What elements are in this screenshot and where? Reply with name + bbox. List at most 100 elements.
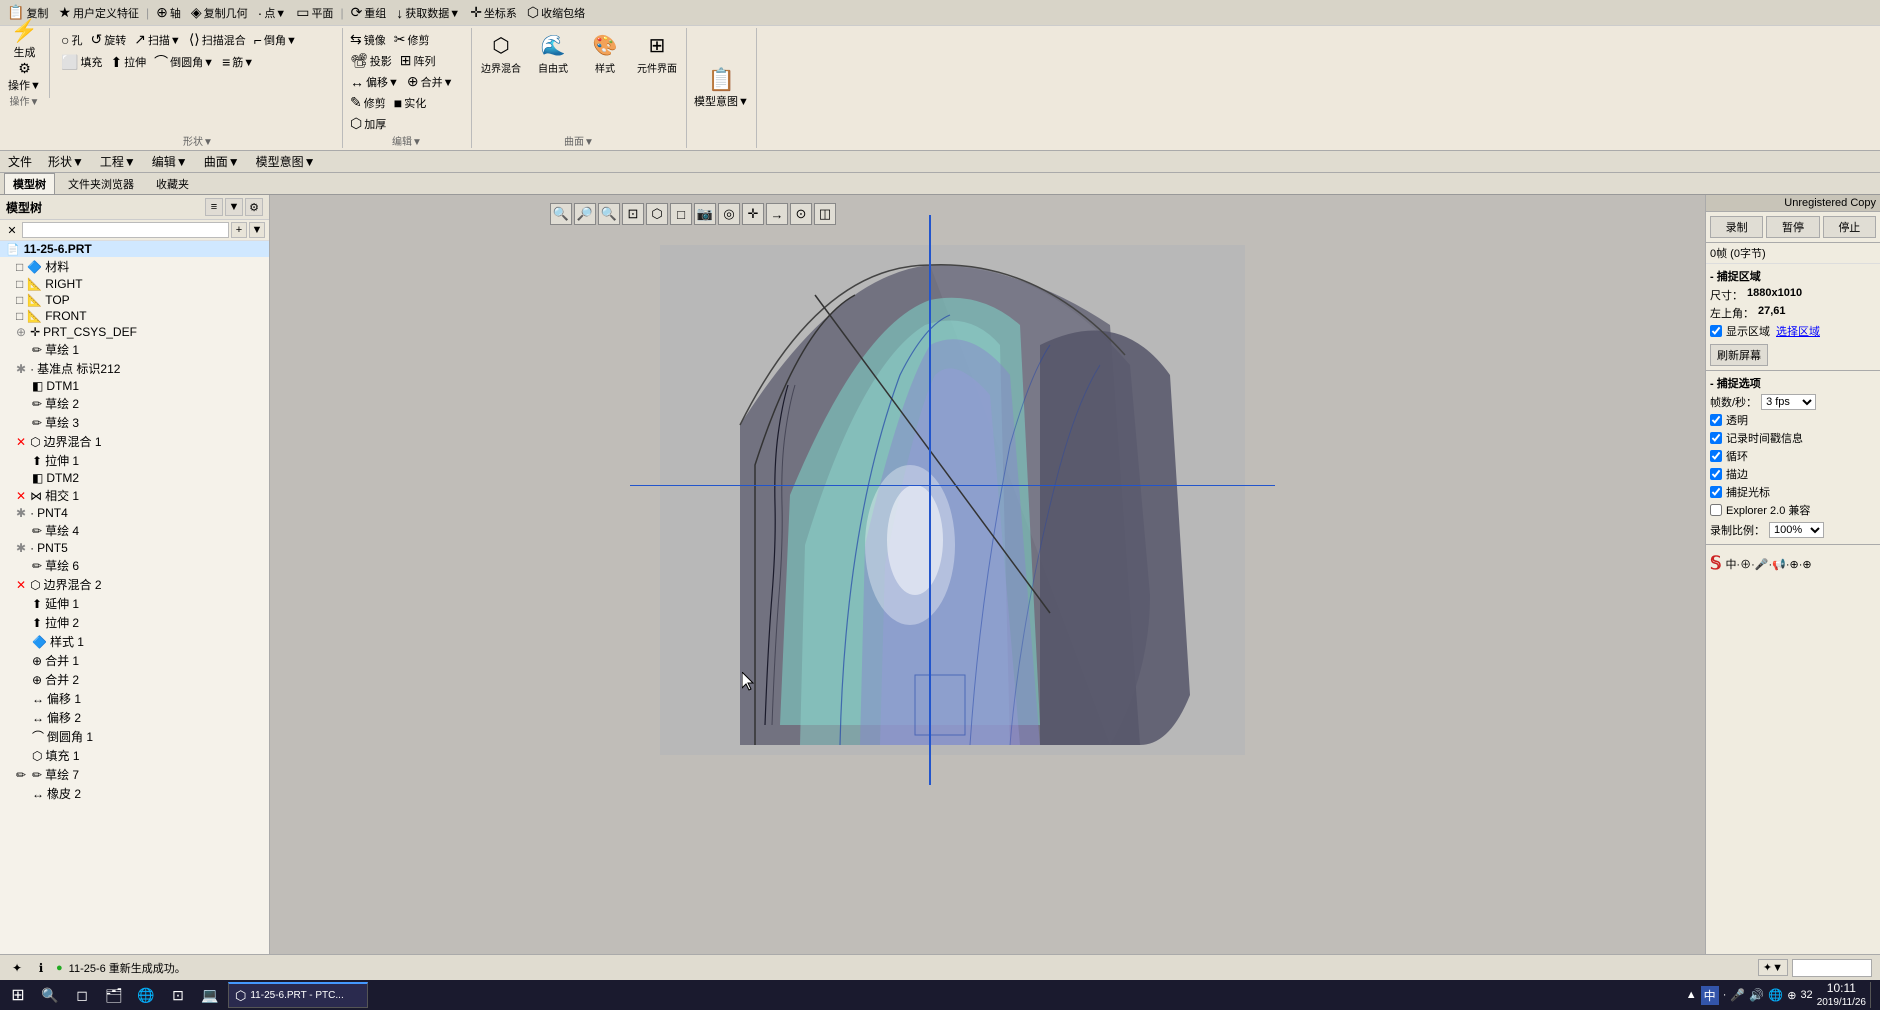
task-btn-folder[interactable]: 🗂 (100, 982, 128, 1008)
pause-btn[interactable]: 暂停 (1766, 216, 1819, 238)
project-btn[interactable]: 📽投影 (347, 51, 395, 70)
menu-item-shape[interactable]: 形状▼ (48, 153, 84, 170)
tree-item[interactable]: ↔ 偏移 1 (0, 689, 269, 708)
tree-item[interactable]: ✏ 草绘 3 (0, 413, 269, 432)
tree-sort-btn[interactable]: ≡ (205, 198, 223, 216)
tree-item[interactable]: ✏ 草绘 1 (0, 340, 269, 359)
tree-item[interactable]: 🔷 样式 1 (0, 632, 269, 651)
tab-favorites[interactable]: 收藏夹 (147, 173, 198, 194)
show-desktop-btn[interactable] (1870, 982, 1876, 1008)
style-btn[interactable]: 🎨 样式 (580, 32, 630, 82)
round-btn[interactable]: ⌒倒圆角▼ (151, 51, 217, 73)
task-btn-app2[interactable]: 💻 (196, 982, 224, 1008)
boundary-blend-btn[interactable]: ⬡ 边界混合 (476, 32, 526, 82)
arrow-btn[interactable]: → (766, 203, 788, 225)
menu-item-file[interactable]: 文件 (8, 153, 32, 170)
copy-geom-btn[interactable]: ◈复制几何 (188, 3, 251, 22)
tree-item[interactable]: ✏ ✏ 草绘 7 (0, 765, 269, 784)
zoom-in-btn[interactable]: 🔎 (574, 203, 596, 225)
swept-blend-btn[interactable]: ⟨⟩扫描混合 (186, 30, 249, 49)
tab-model-tree[interactable]: 模型树 (4, 173, 55, 194)
modify-btn[interactable]: ✎修剪 (347, 93, 389, 112)
record-btn[interactable]: 录制 (1710, 216, 1763, 238)
menu-item-edit[interactable]: 编辑▼ (152, 153, 188, 170)
shrink-btn[interactable]: ⬡收缩包络 (524, 3, 588, 22)
tree-item[interactable]: ⬆ 拉伸 2 (0, 613, 269, 632)
view-controls-btn[interactable]: ✦▼ (1758, 959, 1788, 976)
axis-view-btn[interactable]: ✛ (742, 203, 764, 225)
freestyle-btn[interactable]: 🌊 自由式 (528, 32, 578, 82)
point-btn[interactable]: ·点▼ (255, 4, 290, 22)
extrude-btn[interactable]: ⬆拉伸 (107, 53, 149, 72)
show-area-checkbox[interactable] (1710, 325, 1722, 337)
menu-item-model[interactable]: 模型意图▼ (256, 153, 316, 170)
tray-mic[interactable]: 🎤 (1730, 988, 1745, 1002)
tree-item[interactable]: ✏ 草绘 2 (0, 394, 269, 413)
tree-item[interactable]: ↔ 偏移 2 (0, 708, 269, 727)
udf-btn[interactable]: ★复制用户定义特征 (55, 3, 142, 22)
sweep-btn[interactable]: ↗扫描▼ (131, 30, 184, 49)
tree-item[interactable]: ◧ DTM2 (0, 470, 269, 486)
tree-item[interactable]: □ 📐 TOP (0, 292, 269, 308)
ops-btn[interactable]: ⚙ 操作▼ (8, 60, 41, 93)
tray-icon1[interactable]: · (1723, 989, 1727, 1001)
loop-checkbox[interactable] (1710, 450, 1722, 462)
edge-checkbox[interactable] (1710, 468, 1722, 480)
geometry-input[interactable]: 几何 (1792, 959, 1872, 977)
wireframe-btn[interactable]: □ (670, 203, 692, 225)
refit-btn[interactable]: ⊡ (622, 203, 644, 225)
tree-item[interactable]: ✕ ⋈ 相交 1 (0, 486, 269, 505)
compare-btn[interactable]: ◫ (814, 203, 836, 225)
merge-btn[interactable]: ⊕合并▼ (404, 72, 457, 91)
tree-item[interactable]: ⬆ 拉伸 1 (0, 451, 269, 470)
mirror-btn[interactable]: ⇆镜像 (347, 30, 389, 49)
circle-btn[interactable]: ⊙ (790, 203, 812, 225)
tray-volume[interactable]: 🔊 (1749, 988, 1764, 1002)
task-btn-browser[interactable]: 🌐 (132, 982, 160, 1008)
chamfer-btn[interactable]: ⌐倒角▼ (251, 31, 300, 49)
tree-item[interactable]: □ 📐 FRONT (0, 308, 269, 324)
tree-item[interactable]: ◧ DTM1 (0, 378, 269, 394)
search-input[interactable] (22, 222, 229, 238)
tree-item[interactable]: ✏ 草绘 4 (0, 521, 269, 540)
rib-btn[interactable]: ≡筋▼ (219, 53, 257, 71)
search-dropdown-btn[interactable]: ▼ (249, 222, 265, 238)
tree-item[interactable]: □ 📐 RIGHT (0, 276, 269, 292)
solidify-btn[interactable]: ■实化 (391, 94, 429, 112)
task-btn-app1[interactable]: ⊡ (164, 982, 192, 1008)
orient-btn[interactable]: ◎ (718, 203, 740, 225)
tree-filter-btn[interactable]: ▼ (225, 198, 243, 216)
scale-select[interactable]: 100% (1769, 522, 1824, 538)
plane-btn[interactable]: ▭平面 (293, 3, 336, 22)
tree-item[interactable]: ✕ ⬡ 边界混合 1 (0, 432, 269, 451)
tree-item[interactable]: ⊕ 合并 1 (0, 651, 269, 670)
stop-btn[interactable]: 停止 (1823, 216, 1876, 238)
tray-network[interactable]: 🌐 (1768, 988, 1783, 1002)
trim-btn[interactable]: ✂修剪 (391, 30, 433, 49)
fps-select[interactable]: 3 fps (1761, 394, 1816, 410)
csys-btn[interactable]: ✛坐标系 (467, 3, 520, 22)
array-btn[interactable]: ⊞阵列 (397, 51, 439, 70)
start-btn[interactable]: ⊞ (4, 982, 32, 1008)
search-add-btn[interactable]: + (231, 222, 247, 238)
tree-item[interactable]: ⌒ 倒圆角 1 (0, 727, 269, 746)
generate-btn[interactable]: ⚡ 生成 (11, 18, 38, 60)
status-info-btn[interactable]: ℹ (32, 959, 50, 977)
hole-btn[interactable]: ○孔 (58, 31, 85, 49)
status-icon-btn[interactable]: ✦ (8, 959, 26, 977)
model-intent-btn[interactable]: 📋 模型意图▼ (694, 67, 749, 109)
canvas-area[interactable]: 🔍 🔎 🔍 ⊡ ⬡ □ 📷 ◎ ✛ → ⊙ ◫ (270, 195, 1705, 954)
tree-item[interactable]: ↔ 橡皮 2 (0, 784, 269, 803)
zoom-fit-btn[interactable]: 🔍 (550, 203, 572, 225)
task-btn-taskview[interactable]: ◻ (68, 982, 96, 1008)
tab-folder-browser[interactable]: 文件夹浏览器 (59, 173, 143, 194)
revolve-btn[interactable]: ↺旋转 (87, 30, 129, 49)
camera-btn[interactable]: 📷 (694, 203, 716, 225)
tray-arrow-btn[interactable]: ▲ (1686, 989, 1697, 1001)
reorg-btn[interactable]: ⟳重组 (348, 3, 390, 22)
tree-item[interactable]: ✱ · PNT4 (0, 505, 269, 521)
thicken-btn[interactable]: ⬡加厚 (347, 114, 389, 133)
refresh-screen-btn[interactable]: 刷新屏幕 (1710, 344, 1768, 366)
active-app-taskbar[interactable]: ⬡ 11-25-6.PRT - PTC... (228, 982, 368, 1008)
menu-item-surface[interactable]: 曲面▼ (204, 153, 240, 170)
